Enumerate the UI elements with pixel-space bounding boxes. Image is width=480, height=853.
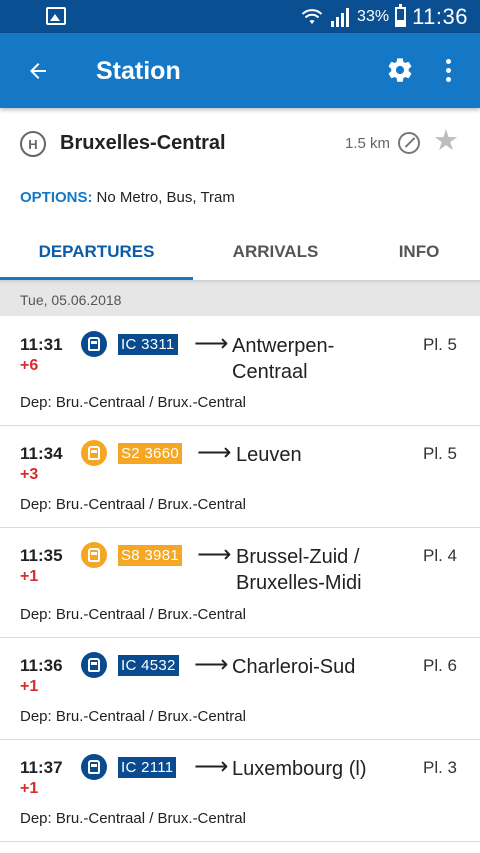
departure-via: Dep: Bru.-Centraal / Brux.-Central	[20, 810, 246, 827]
departure-destination: Luxembourg (l)	[232, 758, 367, 780]
train-icon	[81, 331, 107, 357]
favorite-star-icon[interactable]: ★	[433, 127, 459, 156]
departure-via: Dep: Bru.-Centraal / Brux.-Central	[20, 606, 246, 623]
battery-percent: 33%	[357, 7, 390, 25]
departure-time: 11:36	[20, 656, 63, 675]
train-number-badge: S8 3981	[118, 545, 182, 566]
departure-row[interactable]: 11:31 +6 IC 3311 ⟶ Antwerpen- Centraal P…	[0, 316, 480, 426]
tab-arrivals[interactable]: ARRIVALS	[193, 222, 358, 282]
arrow-right-icon: ⟶	[194, 330, 229, 357]
gallery-notification-icon	[46, 7, 66, 25]
battery-icon	[395, 3, 407, 27]
train-icon	[81, 652, 107, 678]
departure-platform: Pl. 5	[423, 335, 458, 354]
date-header: Tue, 05.06.2018	[0, 284, 480, 316]
options-label: OPTIONS:	[20, 189, 93, 206]
signal-icon	[331, 7, 350, 27]
train-icon	[81, 440, 107, 466]
more-dot-icon	[445, 76, 451, 82]
departure-platform: Pl. 5	[423, 444, 458, 463]
departure-delay: +1	[20, 678, 39, 695]
arrow-right-icon: ⟶	[197, 439, 232, 466]
departure-destination: Antwerpen- Centraal	[232, 335, 335, 383]
clock: 11:36	[412, 3, 468, 29]
wifi-icon	[301, 8, 323, 24]
departure-via: Dep: Bru.-Centraal / Brux.-Central	[20, 708, 246, 725]
departure-row[interactable]: 11:34 +3 S2 3660 ⟶ Leuven Pl. 5 Dep: Bru…	[0, 426, 480, 528]
departure-destination: Leuven	[236, 444, 302, 466]
station-name: Bruxelles-Central	[60, 132, 226, 154]
arrow-left-icon	[30, 63, 46, 79]
departure-row[interactable]: 11:37 +1 IC 2111 ⟶ Luxembourg (l) Pl. 3 …	[0, 740, 480, 842]
page-title: Station	[96, 57, 181, 85]
departure-platform: Pl. 4	[423, 546, 458, 565]
departure-delay: +1	[20, 780, 39, 797]
station-type-icon: H	[20, 131, 46, 157]
train-icon	[81, 542, 107, 568]
gear-icon	[388, 58, 412, 82]
train-icon	[81, 754, 107, 780]
departure-via: Dep: Bru.-Centraal / Brux.-Central	[20, 496, 246, 513]
departure-time: 11:37	[20, 758, 63, 777]
departure-time: 11:35	[20, 546, 63, 565]
train-number-badge: IC 4532	[118, 655, 179, 676]
status-bar: 33% 11:36	[0, 0, 480, 33]
departure-platform: Pl. 3	[423, 758, 458, 777]
departure-row[interactable]: 11:36 +1 IC 4532 ⟶ Charleroi-Sud Pl. 6 D…	[0, 638, 480, 740]
options-value: No Metro, Bus, Tram	[96, 189, 235, 206]
train-number-badge: IC 2111	[118, 757, 177, 778]
status-icons: 33% 11:36	[301, 0, 468, 33]
settings-button[interactable]	[380, 50, 420, 90]
train-number-badge: IC 3311	[118, 334, 178, 355]
app-bar: Station	[0, 33, 480, 108]
tab-departures[interactable]: DEPARTURES	[0, 222, 193, 282]
departure-delay: +1	[20, 568, 39, 585]
departure-delay: +3	[20, 466, 39, 483]
station-header: H Bruxelles-Central 1.5 km ★	[0, 118, 480, 168]
station-distance: 1.5 km	[345, 135, 391, 152]
departure-time: 11:31	[20, 335, 63, 354]
tab-bar: DEPARTURES ARRIVALS INFO	[0, 222, 480, 282]
arrow-right-icon: ⟶	[194, 651, 229, 678]
arrow-right-icon: ⟶	[194, 753, 229, 780]
more-options-button[interactable]	[430, 50, 466, 90]
more-dot-icon	[445, 58, 451, 64]
train-number-badge: S2 3660	[118, 443, 182, 464]
back-button[interactable]	[18, 51, 58, 91]
departure-platform: Pl. 6	[423, 656, 458, 675]
departures-list: 11:31 +6 IC 3311 ⟶ Antwerpen- Centraal P…	[0, 316, 480, 842]
options-line[interactable]: OPTIONS: No Metro, Bus, Tram	[20, 189, 235, 206]
departure-time: 11:34	[20, 444, 63, 463]
departure-destination: Charleroi-Sud	[232, 656, 356, 678]
arrow-right-icon: ⟶	[197, 541, 232, 568]
departure-delay: +6	[20, 357, 39, 374]
direction-icon[interactable]	[398, 132, 420, 154]
departure-row[interactable]: 11:35 +1 S8 3981 ⟶ Brussel-Zuid / Bruxel…	[0, 528, 480, 638]
more-dot-icon	[445, 67, 451, 73]
departure-via: Dep: Bru.-Centraal / Brux.-Central	[20, 394, 246, 411]
tab-info[interactable]: INFO	[358, 222, 480, 282]
departure-destination: Brussel-Zuid / Bruxelles-Midi	[236, 546, 362, 594]
